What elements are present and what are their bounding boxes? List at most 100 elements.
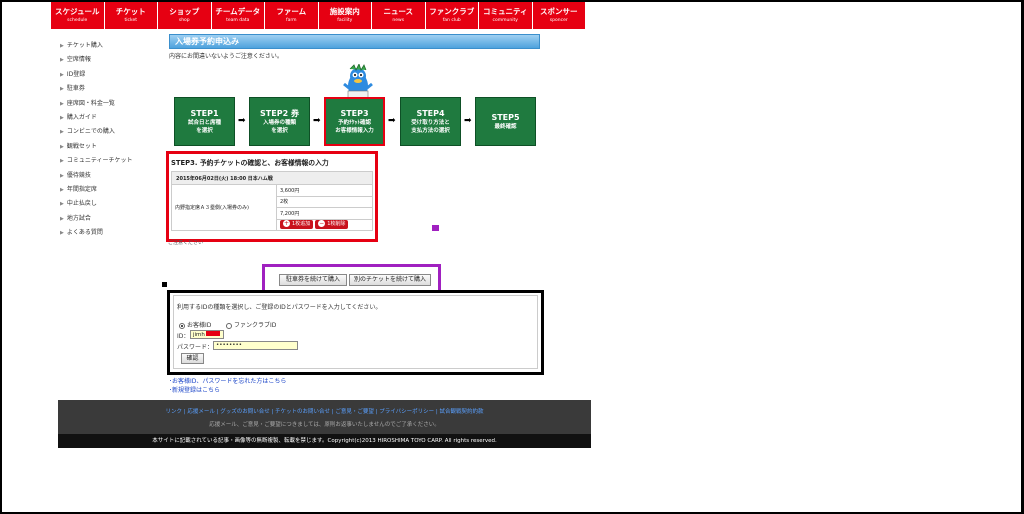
step-line: お客様情報入力 <box>335 128 374 134</box>
sidebar-item[interactable]: ▶ 空席情報 <box>60 53 160 67</box>
confirm-button[interactable]: 確認 <box>181 353 204 364</box>
nav-sublabel: farm <box>286 18 297 23</box>
forgot-password-link[interactable]: ･お客様ID、パスワードを忘れた方はこちら <box>169 376 286 385</box>
reservation-heading: STEP3. 予約チケットの確認と、お客様情報の入力 <box>171 159 329 167</box>
nav-fan-club[interactable]: ファンクラブ fan club <box>426 2 479 29</box>
sidebar-item-label: 地方試合 <box>66 214 91 222</box>
add-ticket-button[interactable]: +1枚追加 <box>280 220 314 230</box>
nav-shop[interactable]: ショップ shop <box>158 2 212 29</box>
nav-label: スケジュール <box>55 7 100 16</box>
buy-parking-button[interactable]: 駐車券を続けて購入 <box>279 274 347 286</box>
footer: リンク | 応援メール | グッズのお問い合せ | チケットのお問い合せ | ご… <box>58 400 591 448</box>
page-note: 内容にお間違いないようご注意ください。 <box>169 53 283 60</box>
radio-label: お客様ID <box>187 322 212 329</box>
nav-label: チケット <box>115 7 146 16</box>
sidebar-item[interactable]: ▶ 座席図・料金一覧 <box>60 97 160 111</box>
sidebar-item[interactable]: ▶ 駐車券 <box>60 82 160 96</box>
nav-sublabel: facility <box>337 18 353 23</box>
id-field[interactable]: jimh <box>190 330 224 339</box>
chevron-right-icon: ▶ <box>60 158 64 165</box>
sidebar-item-label: チケット購入 <box>66 42 103 49</box>
buy-another-ticket-button[interactable]: 別のチケットを続けて購入 <box>349 274 431 286</box>
nav-schedule[interactable]: スケジュール schedule <box>51 2 105 29</box>
seat-type: 内野指定席Ａ３塁側(入場券のみ) <box>171 184 277 231</box>
sidebar-item-label: ID登録 <box>66 70 86 78</box>
copyright: 本サイトに記載されている記事・画像等の無断複製、転載を禁じます。Copyrigh… <box>58 434 591 448</box>
sidebar-item-label: 購入ガイド <box>66 113 97 121</box>
chevron-right-icon: ▶ <box>60 172 64 179</box>
table-row: 2015年06月02日(火) 18:00 日本ハム戦 <box>171 171 373 185</box>
page-title: 入場券予約申込み <box>169 34 540 49</box>
sidebar-item-label: コミュニティーチケット <box>66 157 133 165</box>
arrow-right-icon: ➡ <box>388 116 396 126</box>
marker <box>432 225 439 231</box>
remove-ticket-button[interactable]: −1枚削除 <box>315 220 349 230</box>
quantity-controls: +1枚追加 −1枚削除 <box>276 218 373 231</box>
ticket-quantity: 2枚 <box>276 195 373 208</box>
register-link[interactable]: ･新規登録はこちら <box>169 385 220 394</box>
nav-sublabel: news <box>392 18 405 23</box>
sidebar-item[interactable]: ▶ ID登録 <box>60 68 160 82</box>
chevron-right-icon: ▶ <box>60 43 64 49</box>
login-form: 利用するIDの種類を選択し、ご登録のIDとパスワードを入力してください。 お客様… <box>173 295 538 369</box>
step-line: 予約ﾁｹｯﾄ確認 <box>337 120 371 126</box>
sidebar-item-label: 中止払戻し <box>66 200 97 208</box>
id-value: jimh <box>193 332 205 338</box>
step-5: STEP5 最終確認 <box>475 97 536 146</box>
step-2: STEP2 券 入場券の種類 を選択 <box>249 97 310 146</box>
reservation-summary: STEP3. 予約チケットの確認と、お客様情報の入力 2015年06月02日(火… <box>166 151 378 242</box>
plus-icon: + <box>283 220 290 228</box>
nav-farm[interactable]: ファーム farm <box>265 2 319 29</box>
sidebar-item[interactable]: ▶ コミュニティーチケット <box>60 154 160 168</box>
password-field[interactable]: •••••••• <box>213 341 298 350</box>
step-line: 入場券の種類 <box>262 120 296 126</box>
sidebar-item[interactable]: ▶ 観戦セット <box>60 140 160 154</box>
sidebar-item[interactable]: ▶ コンビニでの購入 <box>60 125 160 139</box>
remove-ticket-label: 1枚削除 <box>327 221 346 228</box>
radio-icon <box>179 322 185 329</box>
sidebar-item[interactable]: ▶ 年間指定席 <box>60 183 160 197</box>
footer-links[interactable]: リンク | 応援メール | グッズのお問い合せ | チケットのお問い合せ | ご… <box>58 407 591 415</box>
nav-ticket[interactable]: チケット ticket <box>105 2 158 29</box>
nav-sublabel: team data <box>226 18 250 23</box>
nav-label: ショップ <box>169 7 200 16</box>
nav-sublabel: sponcer <box>549 18 568 23</box>
sidebar-item-label: 優待競技 <box>66 171 91 179</box>
sidebar-item-label: 空席情報 <box>66 56 91 64</box>
step-line: を選択 <box>271 128 288 134</box>
sidebar-item-label: 年間指定席 <box>66 185 97 193</box>
radio-fanclub-id[interactable]: ファンクラブID <box>226 320 276 329</box>
radio-label: ファンクラブID <box>234 322 277 329</box>
chevron-right-icon: ▶ <box>60 143 64 150</box>
step-heading: STEP3 <box>340 109 369 118</box>
nav-label: ニュース <box>383 7 414 16</box>
footer-note: 応援メール、ご意見・ご要望につきましては、原則お返事いたしませんのでご了承くださ… <box>209 422 440 428</box>
nav-facility[interactable]: 施設案内 facility <box>319 2 372 29</box>
chevron-right-icon: ▶ <box>60 86 64 93</box>
nav-community[interactable]: コミュニティ community <box>479 2 533 29</box>
login-instruction: 利用するIDの種類を選択し、ご登録のIDとパスワードを入力してください。 <box>177 304 382 311</box>
nav-sublabel: community <box>492 18 518 23</box>
sidebar-item[interactable]: ▶ チケット購入 <box>60 39 160 53</box>
sidebar-item[interactable]: ▶ 購入ガイド <box>60 111 160 125</box>
sidebar-item-label: 駐車券 <box>66 85 85 93</box>
step-line: 試合日と席種 <box>187 120 221 126</box>
login-panel: 利用するIDの種類を選択し、ご登録のIDとパスワードを入力してください。 お客様… <box>167 290 544 375</box>
sidebar-item[interactable]: ▶ 優待競技 <box>60 169 160 183</box>
nav-sponsor[interactable]: スポンサー sponcer <box>533 2 586 29</box>
sidebar-item[interactable]: ▶ 地方試合 <box>60 212 160 226</box>
nav-sublabel: fan club <box>442 18 461 23</box>
sidebar-item[interactable]: ▶ 中止払戻し <box>60 197 160 211</box>
sidebar-item-label: 観戦セット <box>66 142 97 150</box>
radio-customer-id[interactable]: お客様ID <box>179 320 211 329</box>
nav-label: 施設案内 <box>329 7 360 16</box>
nav-team-data[interactable]: チームデータ team data <box>212 2 265 29</box>
arrow-right-icon: ➡ <box>238 116 246 126</box>
nav-label: ファンクラブ <box>429 7 475 16</box>
nav-news[interactable]: ニュース news <box>372 2 426 29</box>
notice-text: ご注意ください <box>168 240 204 246</box>
id-label: ID： <box>177 333 190 340</box>
sidebar-item-label: コンビニでの購入 <box>66 128 115 136</box>
sidebar-item[interactable]: ▶ よくある質問 <box>60 226 160 240</box>
continue-purchase-group: 駐車券を続けて購入 別のチケットを続けて購入 <box>262 264 441 293</box>
